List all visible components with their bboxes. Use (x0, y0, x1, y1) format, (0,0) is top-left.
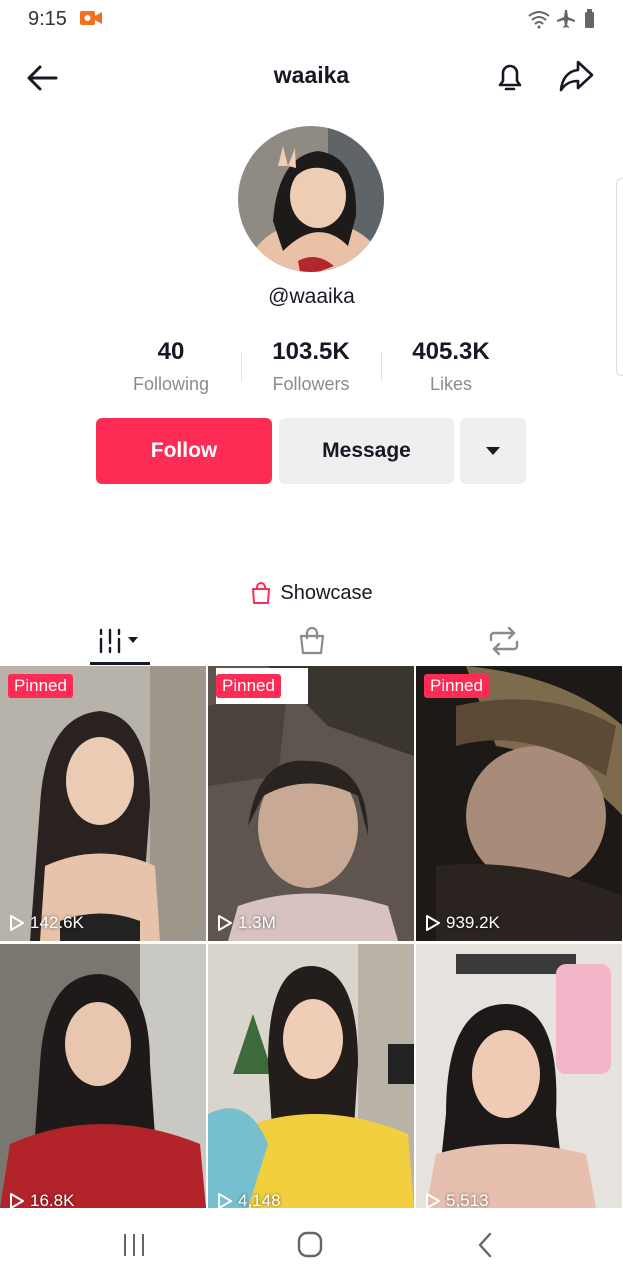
recent-apps-button[interactable] (116, 1230, 156, 1260)
shopping-bag-icon (252, 582, 271, 604)
share-icon (559, 60, 594, 92)
profile-handle: @waaika (268, 285, 355, 308)
tab-videos[interactable] (16, 616, 223, 666)
video-thumbnail-2[interactable]: Pinned 1.3M (208, 666, 414, 941)
likes-label: Likes (429, 374, 473, 394)
stat-likes[interactable]: 405.3K Likes (381, 338, 521, 395)
tab-active-indicator (90, 662, 150, 665)
view-count-text: 939.2K (446, 913, 500, 932)
followers-label: Followers (272, 374, 350, 394)
system-back-button[interactable] (470, 1230, 510, 1260)
showcase-link[interactable]: Showcase (0, 578, 623, 608)
play-icon (10, 915, 24, 931)
bell-icon (498, 64, 522, 91)
view-count: 939.2K (426, 913, 500, 933)
scroll-indicator[interactable] (616, 178, 623, 376)
showcase-label: Showcase (280, 581, 373, 604)
status-time: 9:15 (28, 8, 67, 30)
caret-down-icon (486, 447, 500, 455)
screen-record-icon (80, 10, 102, 26)
video-grid: Pinned 142.6K Pinned 1.3M Pinned 939.2K … (0, 666, 623, 1210)
video-thumbnail-1[interactable]: Pinned 142.6K (0, 666, 206, 941)
following-label: Following (132, 374, 210, 394)
play-icon (426, 915, 440, 931)
video-thumbnail-5[interactable]: 4,148 (208, 944, 414, 1219)
pinned-badge: Pinned (8, 674, 73, 698)
stat-followers[interactable]: 103.5K Followers (241, 338, 381, 395)
chevron-left-icon (478, 1232, 492, 1258)
airplane-icon (557, 10, 575, 28)
pinned-badge: Pinned (424, 674, 489, 698)
message-button[interactable]: Message (279, 418, 454, 484)
share-button[interactable] (556, 56, 596, 96)
status-bar: 9:15 (0, 0, 623, 40)
shop-bag-icon (299, 626, 324, 655)
wifi-icon (528, 11, 550, 25)
follow-button[interactable]: Follow (96, 418, 272, 484)
play-icon (10, 1193, 24, 1209)
followers-count: 103.5K (272, 338, 350, 365)
tab-shop[interactable] (208, 616, 415, 666)
view-count-text: 1.3M (238, 913, 276, 932)
recent-apps-icon (124, 1234, 144, 1256)
view-count: 142.6K (10, 913, 84, 933)
play-icon (426, 1193, 440, 1209)
battery-icon (585, 9, 594, 28)
status-icons (527, 8, 599, 30)
video-thumbnail-3[interactable]: Pinned 939.2K (416, 666, 622, 941)
video-thumbnail-4[interactable]: 16.8K (0, 944, 206, 1219)
pinned-badge: Pinned (216, 674, 281, 698)
play-icon (218, 915, 232, 931)
home-icon (297, 1231, 323, 1258)
home-button[interactable] (292, 1230, 332, 1260)
view-count: 1.3M (218, 913, 276, 933)
system-nav-bar (0, 1208, 623, 1280)
notification-bell-button[interactable] (490, 56, 530, 96)
more-options-button[interactable] (460, 418, 526, 484)
likes-count: 405.3K (412, 338, 490, 365)
stat-following[interactable]: 40 Following (101, 338, 241, 395)
videos-grid-icon (99, 628, 138, 654)
avatar[interactable] (238, 126, 384, 272)
repost-icon (489, 626, 518, 656)
play-icon (218, 1193, 232, 1209)
tab-reposts[interactable] (400, 616, 607, 666)
video-thumbnail-6[interactable]: 5,513 (416, 944, 622, 1219)
following-count: 40 (157, 338, 185, 365)
view-count-text: 142.6K (30, 913, 84, 932)
